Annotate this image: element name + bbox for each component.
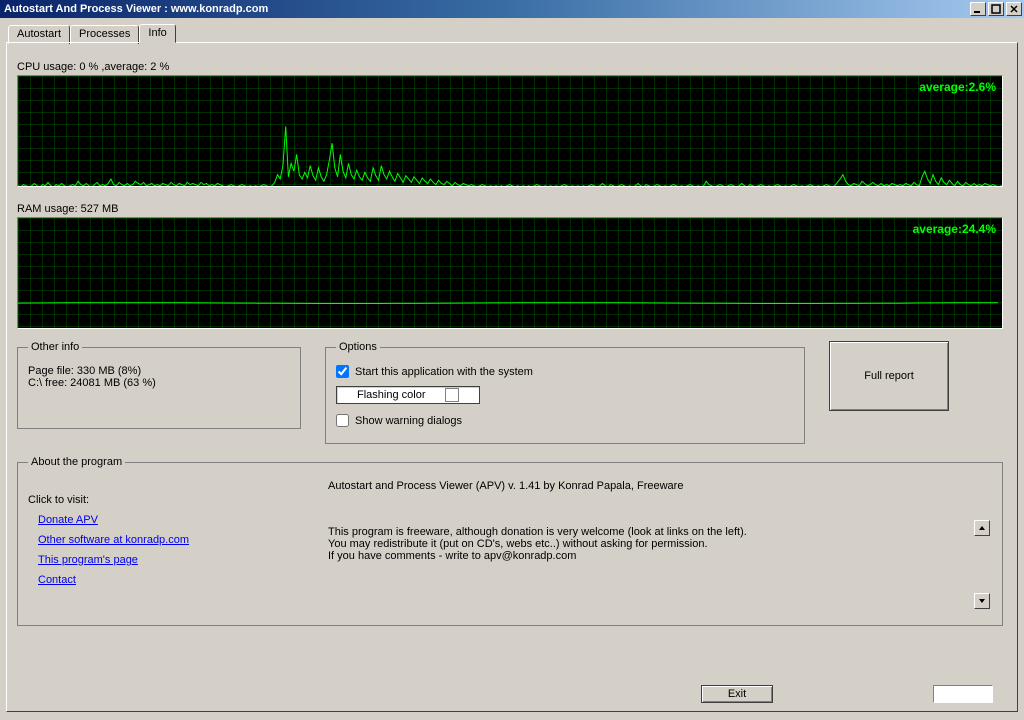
titlebar: Autostart And Process Viewer : www.konra… bbox=[0, 0, 1024, 18]
link-contact[interactable]: Contact bbox=[38, 574, 328, 586]
cpu-avg-label: average:2.6% bbox=[919, 80, 996, 94]
close-button[interactable] bbox=[1006, 2, 1022, 16]
full-report-button[interactable]: Full report bbox=[829, 341, 949, 411]
progress-bar bbox=[933, 685, 993, 703]
scroll-up-button[interactable] bbox=[974, 520, 990, 536]
pagefile-text: Page file: 330 MB (8%) bbox=[28, 365, 290, 377]
start-with-system-label: Start this application with the system bbox=[355, 366, 533, 378]
scroll-down-button[interactable] bbox=[974, 593, 990, 609]
ram-avg-label: average:24.4% bbox=[913, 222, 996, 236]
other-info-legend: Other info bbox=[28, 341, 82, 353]
window-body: Autostart Processes Info CPU usage: 0 % … bbox=[0, 18, 1024, 720]
link-programs-page[interactable]: This program's page bbox=[38, 554, 328, 566]
about-body-2: You may redistribute it (put on CD's, we… bbox=[328, 538, 968, 550]
options-legend: Options bbox=[336, 341, 380, 353]
tab-panel-info: CPU usage: 0 % ,average: 2 % average:2.6… bbox=[6, 42, 1018, 712]
about-legend: About the program bbox=[28, 456, 125, 468]
link-donate[interactable]: Donate APV bbox=[38, 514, 328, 526]
cpu-graph: average:2.6% bbox=[17, 75, 1003, 187]
options-group: Options Start this application with the … bbox=[325, 341, 805, 444]
minimize-button[interactable] bbox=[970, 2, 986, 16]
ram-graph: average:24.4% bbox=[17, 217, 1003, 329]
show-warning-checkbox[interactable] bbox=[336, 414, 349, 427]
about-group: About the program Click to visit: Donate… bbox=[17, 456, 1003, 626]
flashing-color-button[interactable]: Flashing color bbox=[336, 386, 480, 404]
tab-strip: Autostart Processes Info bbox=[6, 24, 1018, 43]
about-body-1: This program is freeware, although donat… bbox=[328, 526, 968, 538]
other-info-group: Other info Page file: 330 MB (8%) C:\ fr… bbox=[17, 341, 301, 429]
start-with-system-checkbox[interactable] bbox=[336, 365, 349, 378]
click-to-visit-label: Click to visit: bbox=[28, 494, 328, 506]
about-body-3: If you have comments - write to apv@konr… bbox=[328, 550, 968, 562]
show-warning-label: Show warning dialogs bbox=[355, 415, 462, 427]
window-title: Autostart And Process Viewer : www.konra… bbox=[4, 3, 968, 15]
exit-button[interactable]: Exit bbox=[701, 685, 773, 703]
bottom-bar: Exit bbox=[7, 685, 1017, 703]
about-heading: Autostart and Process Viewer (APV) v. 1.… bbox=[328, 480, 968, 492]
flashing-color-swatch bbox=[445, 388, 459, 402]
maximize-button[interactable] bbox=[988, 2, 1004, 16]
window-controls bbox=[968, 2, 1022, 16]
tab-info[interactable]: Info bbox=[139, 24, 175, 43]
disk-free-text: C:\ free: 24081 MB (63 %) bbox=[28, 377, 290, 389]
link-other-software[interactable]: Other software at konradp.com bbox=[38, 534, 328, 546]
cpu-usage-label: CPU usage: 0 % ,average: 2 % bbox=[17, 61, 1007, 73]
ram-usage-label: RAM usage: 527 MB bbox=[17, 203, 1007, 215]
